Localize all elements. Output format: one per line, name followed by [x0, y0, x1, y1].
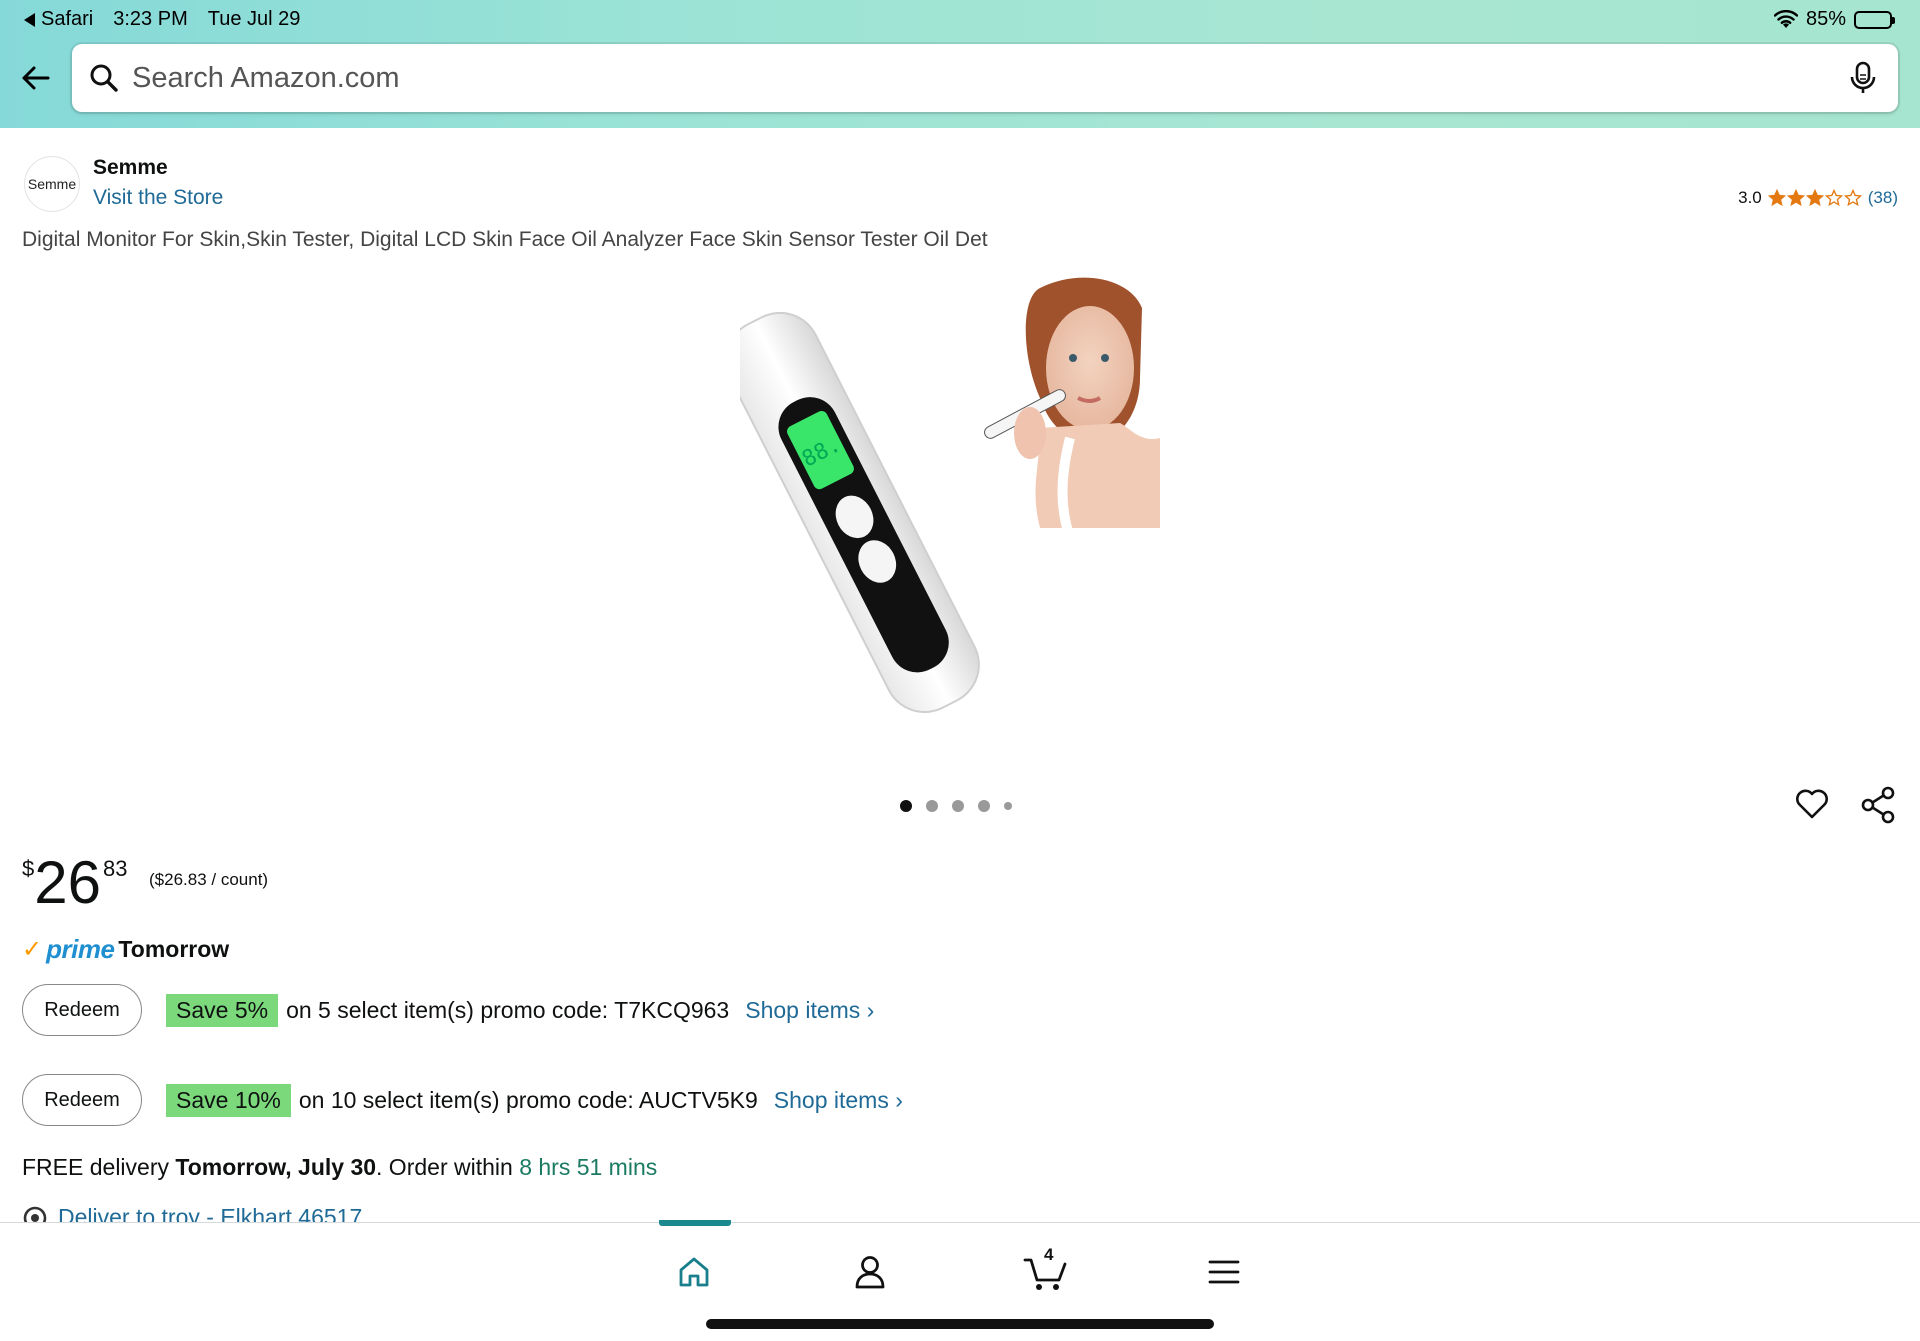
promo-text: on 10 select item(s) promo code: AUCTV5K… — [298, 1086, 758, 1113]
shop-items-link[interactable]: Shop items › — [774, 1087, 903, 1114]
menu-icon — [1208, 1260, 1240, 1284]
back-app-label: Safari — [41, 8, 94, 30]
product-image[interactable]: 88. — [740, 268, 1180, 738]
carousel-dot[interactable] — [952, 800, 964, 812]
heart-icon[interactable] — [1794, 786, 1830, 822]
product-title: Digital Monitor For Skin,Skin Tester, Di… — [22, 228, 988, 251]
bottom-nav: 4 — [0, 1220, 1920, 1341]
star-filled-icon — [1805, 189, 1824, 207]
star-rating — [1767, 189, 1862, 207]
prime-logo: prime — [46, 934, 115, 964]
back-triangle-icon — [24, 12, 35, 27]
status-date: Tue Jul 29 — [207, 8, 301, 30]
delivery-info: FREE delivery Tomorrow, July 30. Order w… — [22, 1154, 657, 1181]
rating-summary[interactable]: 3.0 (38) — [1738, 188, 1898, 208]
delivery-timer: 8 hrs 51 mins — [519, 1154, 658, 1180]
star-empty-icon — [1843, 189, 1862, 207]
nav-cart[interactable]: 4 — [1022, 1245, 1070, 1295]
brand-logo-text: Semme — [27, 176, 77, 192]
shop-items-link[interactable]: Shop items › — [745, 997, 874, 1024]
delivery-prefix: FREE delivery — [22, 1154, 176, 1180]
nav-home[interactable] — [670, 1249, 718, 1295]
price-currency: $ — [22, 856, 35, 881]
brand-logo[interactable]: Semme — [24, 156, 80, 212]
battery-icon — [1854, 10, 1895, 29]
redeem-button[interactable]: Redeem — [22, 1074, 142, 1126]
cart-count-badge: 4 — [1044, 1245, 1054, 1264]
search-box[interactable] — [72, 44, 1898, 112]
prime-check-icon: ✓ — [22, 936, 43, 963]
status-right: 85% — [1773, 8, 1895, 31]
star-empty-icon — [1824, 189, 1843, 207]
prime-delivery-day: Tomorrow — [118, 936, 230, 962]
promo-text: on 5 select item(s) promo code: T7KCQ963 — [286, 996, 730, 1023]
battery-percent: 85% — [1805, 8, 1846, 30]
status-left: Safari 3:23 PM Tue Jul 29 — [24, 8, 300, 31]
share-icon[interactable] — [1860, 786, 1896, 824]
home-icon — [679, 1257, 709, 1287]
status-time: 3:23 PM — [113, 8, 188, 30]
back-arrow-icon[interactable] — [18, 60, 54, 96]
redeem-button[interactable]: Redeem — [22, 984, 142, 1036]
rating-count[interactable]: (38) — [1868, 188, 1898, 208]
brand-name: Semme — [93, 156, 168, 179]
carousel-dot[interactable] — [926, 800, 938, 812]
carousel-dot[interactable] — [900, 800, 912, 812]
status-bar: Safari 3:23 PM Tue Jul 29 85% — [0, 0, 1920, 40]
delivery-date: Tomorrow, July 30 — [175, 1154, 377, 1180]
search-icon — [90, 64, 118, 92]
image-carousel-dots[interactable] — [900, 800, 1012, 812]
back-to-app-button[interactable]: Safari — [24, 8, 93, 31]
prime-badge: ✓ prime Tomorrow — [22, 934, 229, 965]
save-badge: Save 5% — [166, 993, 279, 1027]
price-fraction: 83 — [103, 856, 128, 881]
active-tab-indicator — [659, 1220, 731, 1226]
save-badge: Save 10% — [166, 1083, 291, 1117]
star-filled-icon — [1767, 189, 1786, 207]
search-input[interactable] — [132, 54, 1792, 102]
delivery-mid: . Order within — [376, 1154, 520, 1180]
microphone-icon[interactable] — [1846, 60, 1880, 96]
promo-row: Redeem Save 5% on 5 select item(s) promo… — [22, 984, 874, 1036]
rating-value: 3.0 — [1738, 188, 1762, 207]
nav-menu[interactable] — [1200, 1249, 1248, 1295]
carousel-dot[interactable] — [978, 800, 990, 812]
carousel-dot[interactable] — [1004, 802, 1012, 810]
star-filled-icon — [1786, 189, 1805, 207]
home-indicator — [706, 1319, 1214, 1329]
unit-price: ($26.83 / count) — [149, 870, 269, 889]
visit-store-link[interactable]: Visit the Store — [93, 186, 223, 210]
wifi-icon — [1773, 9, 1798, 28]
user-icon — [855, 1256, 885, 1289]
header: Safari 3:23 PM Tue Jul 29 85% — [0, 0, 1920, 128]
price-whole: 26 — [34, 849, 101, 916]
promo-row: Redeem Save 10% on 10 select item(s) pro… — [22, 1074, 903, 1126]
price: $ 26 83 — [22, 850, 127, 916]
nav-account[interactable] — [846, 1249, 894, 1295]
